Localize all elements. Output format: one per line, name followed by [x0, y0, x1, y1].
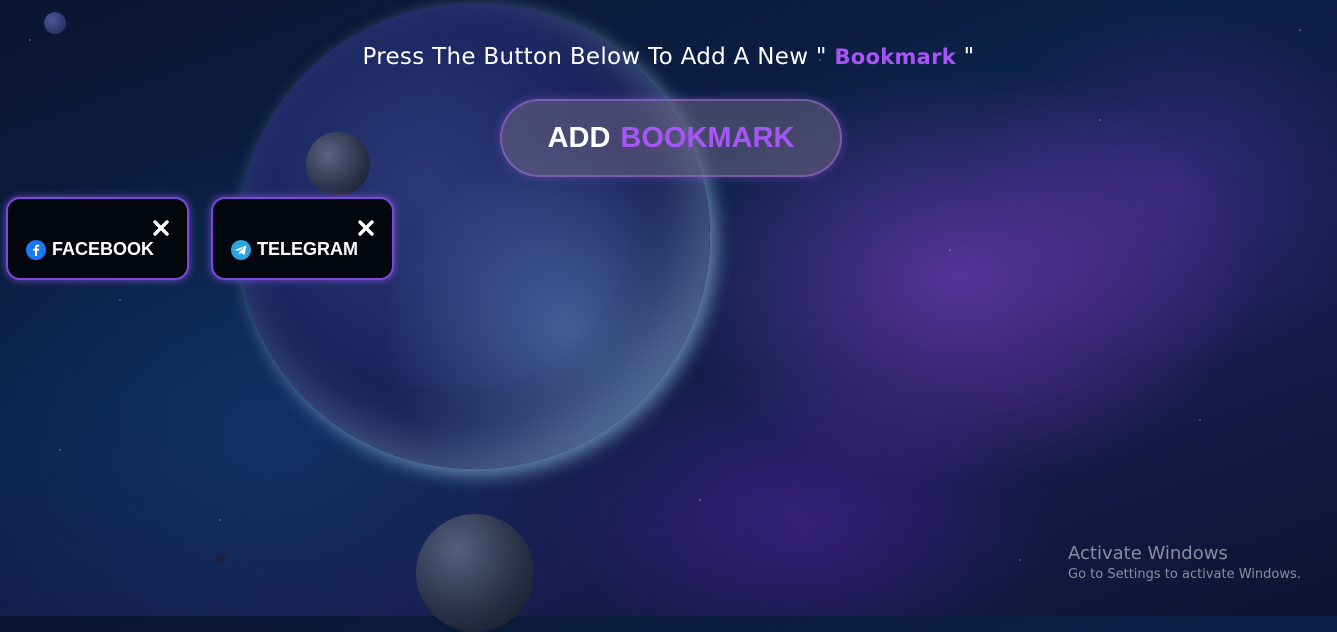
tiny-planet-image: [44, 12, 66, 34]
bookmark-label: FACEBOOK: [52, 239, 155, 259]
add-bookmark-button[interactable]: ADD BOOKMARK: [500, 99, 842, 177]
watermark-subtitle: Go to Settings to activate Windows.: [1068, 567, 1301, 582]
add-bookmark-label-accent: BOOKMARK: [620, 121, 795, 154]
heading-text-before: Press The Button Below To Add A New ": [362, 44, 835, 70]
add-bookmark-label: ADD: [547, 121, 611, 154]
page-heading: Press The Button Below To Add A New " Bo…: [0, 44, 1337, 70]
watermark-title: Activate Windows: [1068, 543, 1228, 564]
bookmark-link-telegram[interactable]: TELEGRAM: [231, 239, 358, 260]
bookmark-card-facebook: FACEBOOK: [6, 197, 189, 280]
close-icon[interactable]: [152, 219, 170, 237]
planet-dot-image: [216, 553, 226, 563]
facebook-icon: [26, 239, 46, 260]
bookmark-link-facebook[interactable]: FACEBOOK: [26, 239, 154, 260]
bookmark-card-telegram: TELEGRAM: [211, 197, 394, 280]
bookmark-label: TELEGRAM: [257, 239, 358, 259]
planet-bottom-image: [416, 514, 534, 632]
heading-text-after: ": [956, 44, 975, 70]
activate-windows-watermark: Activate Windows Go to Settings to activ…: [1068, 543, 1301, 582]
heading-accent: Bookmark: [834, 45, 957, 69]
telegram-icon: [231, 239, 251, 260]
close-icon[interactable]: [357, 219, 375, 237]
moon-image: [306, 132, 370, 196]
